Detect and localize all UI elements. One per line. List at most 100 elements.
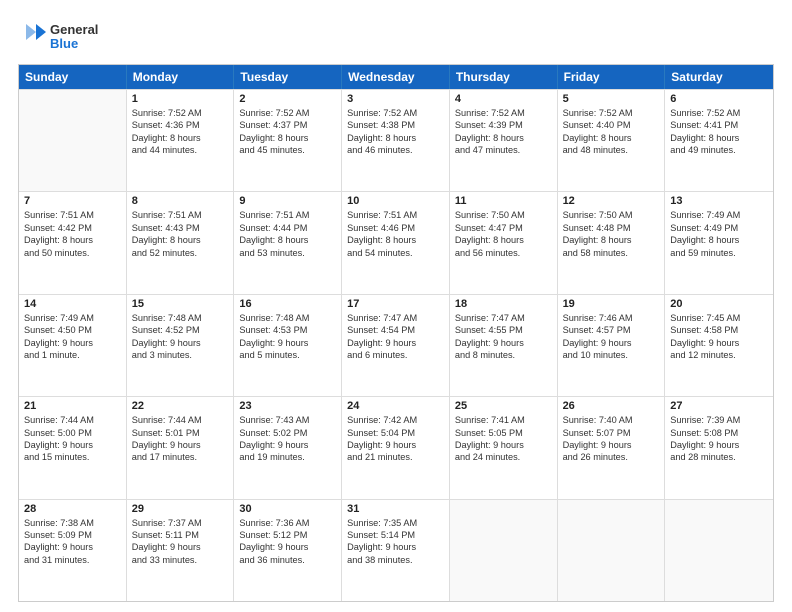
cell-line: Sunset: 4:53 PM: [239, 324, 336, 336]
cal-cell: 14Sunrise: 7:49 AMSunset: 4:50 PMDayligh…: [19, 295, 127, 396]
day-number: 22: [132, 400, 229, 412]
cell-line: Sunset: 4:40 PM: [563, 119, 660, 131]
cell-line: and 1 minute.: [24, 349, 121, 361]
cell-line: Sunrise: 7:40 AM: [563, 414, 660, 426]
cell-line: Daylight: 9 hours: [24, 541, 121, 553]
cell-line: Sunrise: 7:50 AM: [455, 209, 552, 221]
cell-line: and 36 minutes.: [239, 554, 336, 566]
cal-cell: 20Sunrise: 7:45 AMSunset: 4:58 PMDayligh…: [665, 295, 773, 396]
cell-line: Daylight: 9 hours: [239, 541, 336, 553]
day-number: 21: [24, 400, 121, 412]
cell-line: and 44 minutes.: [132, 144, 229, 156]
cell-line: Sunrise: 7:52 AM: [132, 107, 229, 119]
day-number: 8: [132, 195, 229, 207]
cell-line: and 31 minutes.: [24, 554, 121, 566]
page: General Blue SundayMondayTuesdayWednesda…: [0, 0, 792, 612]
cal-cell: [19, 90, 127, 191]
day-number: 16: [239, 298, 336, 310]
header-cell-friday: Friday: [558, 65, 666, 89]
day-number: 4: [455, 93, 552, 105]
cal-cell: 31Sunrise: 7:35 AMSunset: 5:14 PMDayligh…: [342, 500, 450, 601]
cell-line: Daylight: 9 hours: [132, 541, 229, 553]
cell-line: and 58 minutes.: [563, 247, 660, 259]
cell-line: Daylight: 8 hours: [563, 132, 660, 144]
day-number: 13: [670, 195, 768, 207]
cell-line: Sunrise: 7:48 AM: [132, 312, 229, 324]
calendar-header-row: SundayMondayTuesdayWednesdayThursdayFrid…: [19, 65, 773, 89]
cell-line: Daylight: 9 hours: [347, 541, 444, 553]
cal-cell: 15Sunrise: 7:48 AMSunset: 4:52 PMDayligh…: [127, 295, 235, 396]
cell-line: Daylight: 9 hours: [670, 337, 768, 349]
cell-line: Sunset: 5:00 PM: [24, 427, 121, 439]
cell-line: Sunrise: 7:44 AM: [24, 414, 121, 426]
cell-line: and 17 minutes.: [132, 451, 229, 463]
cell-line: and 50 minutes.: [24, 247, 121, 259]
cell-line: Sunrise: 7:43 AM: [239, 414, 336, 426]
cal-cell: 10Sunrise: 7:51 AMSunset: 4:46 PMDayligh…: [342, 192, 450, 293]
cal-cell: 1Sunrise: 7:52 AMSunset: 4:36 PMDaylight…: [127, 90, 235, 191]
day-number: 25: [455, 400, 552, 412]
cell-line: and 19 minutes.: [239, 451, 336, 463]
cal-cell: 19Sunrise: 7:46 AMSunset: 4:57 PMDayligh…: [558, 295, 666, 396]
cell-line: Daylight: 8 hours: [239, 132, 336, 144]
cell-line: and 10 minutes.: [563, 349, 660, 361]
cell-line: and 47 minutes.: [455, 144, 552, 156]
cell-line: and 21 minutes.: [347, 451, 444, 463]
cal-cell: 16Sunrise: 7:48 AMSunset: 4:53 PMDayligh…: [234, 295, 342, 396]
cell-line: Daylight: 9 hours: [132, 337, 229, 349]
day-number: 10: [347, 195, 444, 207]
day-number: 26: [563, 400, 660, 412]
header: General Blue: [18, 18, 774, 56]
cell-line: Sunrise: 7:52 AM: [239, 107, 336, 119]
cell-line: Daylight: 9 hours: [132, 439, 229, 451]
cell-line: Sunrise: 7:44 AM: [132, 414, 229, 426]
cell-line: Sunrise: 7:45 AM: [670, 312, 768, 324]
cell-line: and 33 minutes.: [132, 554, 229, 566]
cal-cell: [558, 500, 666, 601]
cell-line: Daylight: 9 hours: [239, 439, 336, 451]
cell-line: Daylight: 8 hours: [455, 132, 552, 144]
cal-cell: 24Sunrise: 7:42 AMSunset: 5:04 PMDayligh…: [342, 397, 450, 498]
day-number: 12: [563, 195, 660, 207]
cell-line: Sunset: 4:44 PM: [239, 222, 336, 234]
cell-line: Sunrise: 7:38 AM: [24, 517, 121, 529]
cell-line: Sunset: 5:05 PM: [455, 427, 552, 439]
cal-cell: 28Sunrise: 7:38 AMSunset: 5:09 PMDayligh…: [19, 500, 127, 601]
cell-line: Daylight: 8 hours: [347, 234, 444, 246]
cell-line: Daylight: 8 hours: [563, 234, 660, 246]
cell-line: Daylight: 8 hours: [347, 132, 444, 144]
calendar-body: 1Sunrise: 7:52 AMSunset: 4:36 PMDaylight…: [19, 89, 773, 601]
week-row-4: 28Sunrise: 7:38 AMSunset: 5:09 PMDayligh…: [19, 499, 773, 601]
cell-line: Sunset: 5:04 PM: [347, 427, 444, 439]
calendar: SundayMondayTuesdayWednesdayThursdayFrid…: [18, 64, 774, 602]
cell-line: and 28 minutes.: [670, 451, 768, 463]
cell-line: Sunrise: 7:51 AM: [132, 209, 229, 221]
day-number: 17: [347, 298, 444, 310]
cell-line: Daylight: 8 hours: [132, 132, 229, 144]
day-number: 30: [239, 503, 336, 515]
cell-line: Sunset: 5:12 PM: [239, 529, 336, 541]
day-number: 19: [563, 298, 660, 310]
cal-cell: 2Sunrise: 7:52 AMSunset: 4:37 PMDaylight…: [234, 90, 342, 191]
cal-cell: 25Sunrise: 7:41 AMSunset: 5:05 PMDayligh…: [450, 397, 558, 498]
day-number: 9: [239, 195, 336, 207]
day-number: 6: [670, 93, 768, 105]
cell-line: Sunrise: 7:51 AM: [347, 209, 444, 221]
cell-line: and 38 minutes.: [347, 554, 444, 566]
cell-line: Sunrise: 7:51 AM: [24, 209, 121, 221]
cell-line: and 53 minutes.: [239, 247, 336, 259]
cell-line: Sunrise: 7:37 AM: [132, 517, 229, 529]
day-number: 3: [347, 93, 444, 105]
cell-line: Sunset: 5:02 PM: [239, 427, 336, 439]
cal-cell: 6Sunrise: 7:52 AMSunset: 4:41 PMDaylight…: [665, 90, 773, 191]
cell-line: Daylight: 9 hours: [455, 439, 552, 451]
day-number: 31: [347, 503, 444, 515]
cell-line: Sunset: 4:38 PM: [347, 119, 444, 131]
header-cell-wednesday: Wednesday: [342, 65, 450, 89]
cell-line: Sunrise: 7:51 AM: [239, 209, 336, 221]
cell-line: Daylight: 9 hours: [563, 337, 660, 349]
cell-line: and 26 minutes.: [563, 451, 660, 463]
cell-line: Sunset: 4:48 PM: [563, 222, 660, 234]
week-row-3: 21Sunrise: 7:44 AMSunset: 5:00 PMDayligh…: [19, 396, 773, 498]
cell-line: Sunrise: 7:35 AM: [347, 517, 444, 529]
